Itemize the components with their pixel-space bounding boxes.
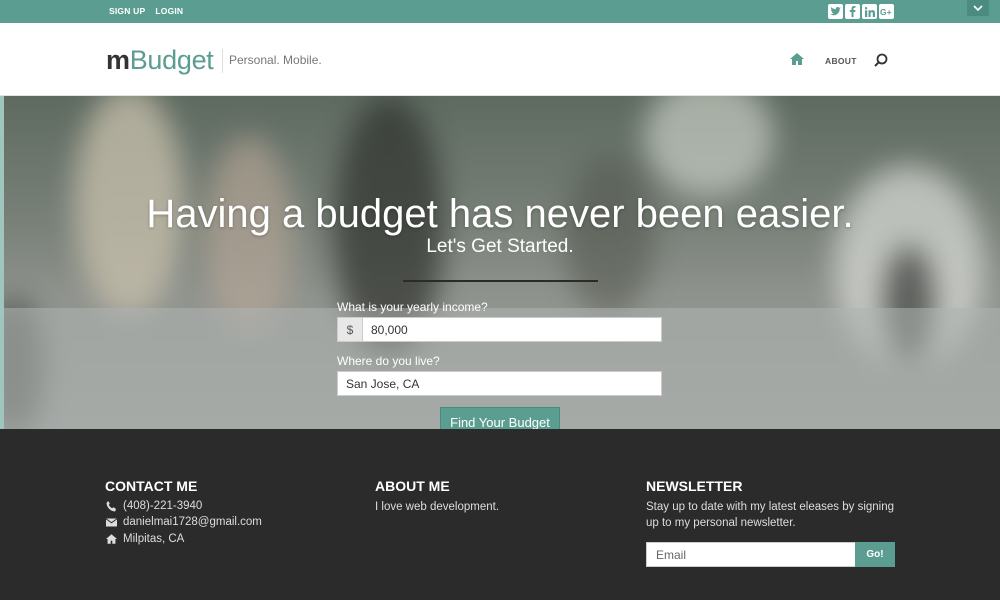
- hero-title: Having a budget has never been easier.: [146, 192, 854, 236]
- signup-link[interactable]: SIGN UP: [109, 6, 145, 16]
- contact-city: Milpitas, CA: [106, 533, 184, 545]
- hero-divider: [403, 280, 598, 282]
- account-links: SIGN UP LOGIN: [109, 6, 183, 16]
- nav-about[interactable]: ABOUT: [825, 56, 857, 66]
- income-input[interactable]: 80,000: [362, 317, 662, 342]
- home-icon: [106, 534, 117, 544]
- logo-prefix: m: [106, 45, 130, 75]
- about-heading: ABOUT ME: [375, 478, 450, 494]
- phone-text: (408)-221-3940: [123, 500, 203, 512]
- newsletter-submit-button[interactable]: Go!: [855, 542, 895, 567]
- facebook-icon[interactable]: [845, 4, 860, 19]
- site-tagline: Personal. Mobile.: [229, 53, 322, 67]
- tagline-divider: [222, 49, 223, 73]
- contact-heading: CONTACT ME: [105, 478, 198, 494]
- location-input[interactable]: San Jose, CA: [337, 371, 662, 396]
- social-links: G+: [828, 4, 894, 19]
- contact-email: danielmai1728@gmail.com: [106, 516, 262, 528]
- income-input-group: $ 80,000: [337, 317, 662, 342]
- chevron-down-icon: [973, 5, 983, 11]
- contact-phone: (408)-221-3940: [106, 500, 202, 512]
- twitter-icon[interactable]: [828, 4, 843, 19]
- nav-search[interactable]: [874, 53, 888, 72]
- login-link[interactable]: LOGIN: [155, 6, 183, 16]
- income-label: What is your yearly income?: [337, 300, 488, 314]
- envelope-icon: [106, 517, 117, 526]
- nav-home[interactable]: [790, 52, 804, 70]
- currency-addon: $: [337, 317, 362, 342]
- email-text: danielmai1728@gmail.com: [123, 516, 262, 528]
- newsletter-email-input[interactable]: Email: [646, 542, 856, 567]
- city-text: Milpitas, CA: [123, 533, 185, 545]
- location-label: Where do you live?: [337, 354, 440, 368]
- search-icon: [874, 53, 888, 67]
- newsletter-text: Stay up to date with my latest eleases b…: [646, 501, 895, 529]
- phone-icon: [106, 500, 116, 511]
- logo-suffix: Budget: [129, 45, 214, 75]
- site-footer: CONTACT ME (408)-221-3940 danielmai1728@…: [0, 429, 1000, 600]
- google-plus-icon[interactable]: G+: [879, 4, 894, 19]
- linkedin-icon[interactable]: [862, 4, 877, 19]
- about-text: I love web development.: [375, 501, 500, 513]
- home-icon: [790, 53, 804, 65]
- newsletter-heading: NEWSLETTER: [646, 478, 743, 494]
- svg-text:G+: G+: [880, 7, 892, 16]
- collapse-toggle[interactable]: [967, 0, 989, 16]
- hero-subtitle: Let's Get Started.: [426, 236, 574, 257]
- site-header: mBudget Personal. Mobile. ABOUT: [0, 23, 1000, 96]
- top-bar: SIGN UP LOGIN G+: [0, 0, 1000, 23]
- site-logo[interactable]: mBudget: [106, 44, 214, 76]
